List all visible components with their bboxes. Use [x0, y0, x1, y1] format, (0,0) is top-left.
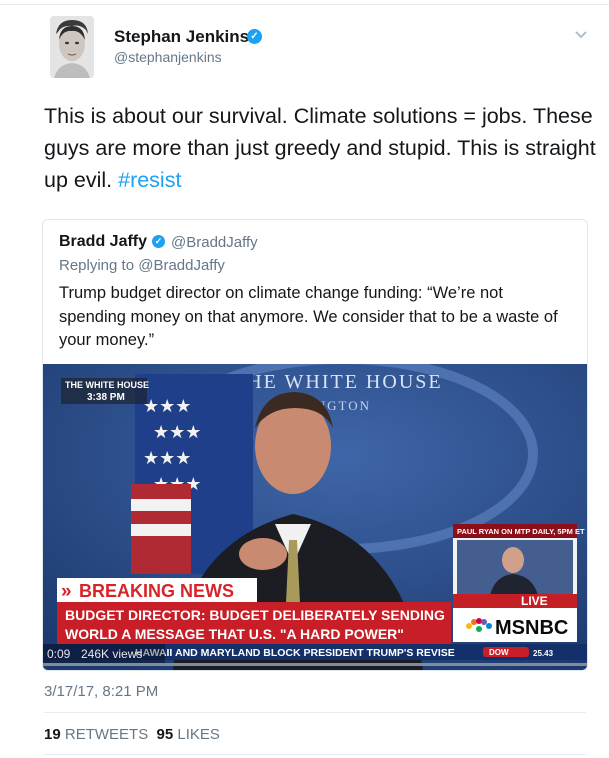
- headline-line-1: BUDGET DIRECTOR: BUDGET DELIBERATELY SEN…: [65, 607, 445, 623]
- inset-label: PAUL RYAN ON MTP DAILY, 5PM ET: [457, 527, 585, 536]
- breaking-news-label: BREAKING NEWS: [79, 581, 234, 601]
- verified-badge-icon: ✓: [247, 29, 262, 44]
- divider: [44, 754, 586, 755]
- live-label: LIVE: [521, 594, 548, 608]
- seal-text-1: THE WHITE HOUSE: [233, 371, 443, 393]
- quoted-tweet-card[interactable]: Bradd Jaffy ✓ @BraddJaffy Replying to @B…: [42, 219, 588, 671]
- author-handle[interactable]: @stephanjenkins: [114, 49, 222, 65]
- svg-text:★★★: ★★★: [143, 448, 191, 469]
- location-bug: THE WHITE HOUSE: [65, 380, 149, 390]
- verified-badge-icon: ✓: [152, 235, 165, 248]
- hashtag-link[interactable]: #resist: [118, 168, 181, 192]
- headline-line-2: WORLD A MESSAGE THAT U.S. "A HARD POWER": [65, 626, 404, 642]
- retweets-label[interactable]: RETWEETS: [65, 726, 148, 743]
- tweet-timestamp[interactable]: 3/17/17, 8:21 PM: [44, 683, 158, 700]
- video-time: 0:09: [47, 647, 71, 661]
- svg-text:»: »: [61, 581, 72, 602]
- svg-text:★★★: ★★★: [143, 396, 191, 417]
- network-logo: MSNBC: [495, 617, 568, 639]
- dow-label: DOW: [489, 648, 509, 657]
- chevron-down-icon[interactable]: [574, 30, 588, 40]
- video-frame: THE WHITE HOUSE HINGTON ★★★★★★ ★★★★★★ TH…: [43, 364, 587, 670]
- svg-text:★★★: ★★★: [153, 422, 201, 443]
- retweets-count[interactable]: 19: [44, 726, 61, 743]
- quoted-author-name[interactable]: Bradd Jaffy: [59, 233, 147, 251]
- engagement-stats: 19 RETWEETS 95 LIKES: [44, 726, 220, 743]
- avatar-photo: [50, 16, 94, 78]
- avatar[interactable]: [50, 16, 94, 78]
- video-views: 246K views: [81, 647, 142, 661]
- replying-to[interactable]: Replying to @BraddJaffy: [59, 257, 225, 274]
- quoted-tweet-text: Trump budget director on climate change …: [59, 284, 558, 349]
- tweet-text: This is about our survival. Climate solu…: [44, 100, 600, 196]
- time-bug: 3:38 PM: [87, 392, 125, 403]
- likes-count[interactable]: 95: [157, 726, 174, 743]
- author-name[interactable]: Stephan Jenkins: [114, 27, 249, 47]
- likes-label[interactable]: LIKES: [177, 726, 220, 743]
- dow-value: 25.43: [533, 649, 554, 658]
- news-ticker: AND MARYLAND BLOCK PRESIDENT TRUMP'S REV…: [175, 647, 455, 659]
- embedded-video[interactable]: THE WHITE HOUSE HINGTON ★★★★★★ ★★★★★★ TH…: [43, 364, 587, 670]
- divider: [44, 712, 586, 713]
- quoted-author-handle[interactable]: @BraddJaffy: [171, 234, 258, 251]
- top-divider: [0, 4, 609, 5]
